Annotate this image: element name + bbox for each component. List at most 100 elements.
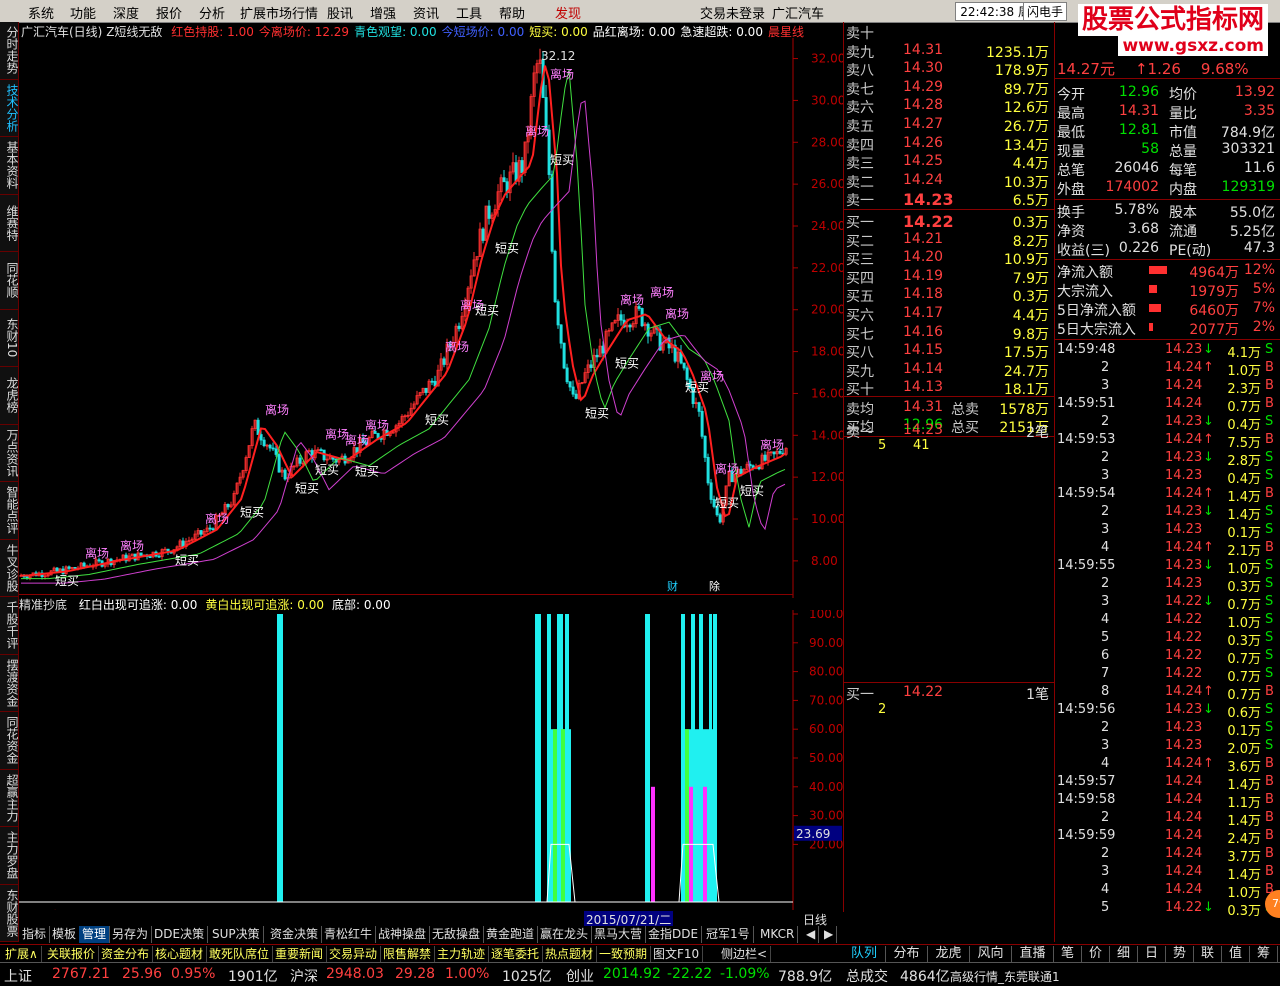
kline-chart-area[interactable]: 广汇汽车(日线) Z短线无敌 红色持股: 1.00 今离场价: 12.29 青色观望… bbox=[19, 22, 844, 928]
right-tab-3[interactable]: 风向 bbox=[970, 946, 1012, 962]
ask-row[interactable]: 卖六 14.28 12.6万 bbox=[843, 97, 1054, 116]
ask-row[interactable]: 卖一 14.23 6.5万 bbox=[843, 190, 1054, 209]
right-tab-9[interactable]: 势 bbox=[1166, 946, 1194, 962]
toolbar-item-10[interactable]: 黄金跑道 bbox=[483, 926, 539, 943]
right-tab-7[interactable]: 细 bbox=[1110, 946, 1138, 962]
server-name[interactable]: 高级行情_东莞联通1 bbox=[950, 968, 1060, 985]
toolbar-item-17[interactable]: ▶ bbox=[821, 926, 838, 943]
flash-trade-button[interactable]: 闪电手 bbox=[1022, 2, 1067, 21]
bid-row[interactable]: 买八 14.15 17.5万 bbox=[843, 342, 1054, 361]
function-toolbar-item-3[interactable]: 核心题材 bbox=[152, 946, 208, 962]
left-tab-4[interactable]: 同花顺 bbox=[0, 252, 19, 310]
menu-news[interactable]: 资讯 bbox=[413, 3, 439, 22]
toolbar-item-16[interactable]: ◀ bbox=[803, 926, 820, 943]
bid-row[interactable]: 买六 14.17 4.4万 bbox=[843, 305, 1054, 324]
left-tab-13[interactable]: 超赢主力 bbox=[0, 770, 19, 827]
ask-row[interactable]: 卖三 14.25 4.4万 bbox=[843, 153, 1054, 172]
toolbar-item-7[interactable]: 青松红牛 bbox=[321, 926, 377, 943]
left-tab-5[interactable]: 东财10 bbox=[0, 310, 19, 367]
ask-row[interactable]: 卖八 14.30 178.9万 bbox=[843, 60, 1054, 79]
menu-stock-news[interactable]: 股讯 bbox=[327, 3, 353, 22]
bid-row[interactable]: 买二 14.21 8.2万 bbox=[843, 231, 1054, 250]
toolbar-item-14[interactable]: 冠军1号 bbox=[703, 926, 754, 943]
bid-row[interactable]: 买四 14.19 7.9万 bbox=[843, 268, 1054, 287]
bid-row[interactable]: 买五 14.18 0.3万 bbox=[843, 286, 1054, 305]
function-toolbar-item-12[interactable]: 图文F10 bbox=[650, 946, 704, 962]
toolbar-item-15[interactable]: MKCR bbox=[757, 926, 799, 943]
right-tab-5[interactable]: 笔 bbox=[1054, 946, 1082, 962]
function-toolbar-item-8[interactable]: 主力轨迹 bbox=[434, 946, 490, 962]
chart-indicator-name[interactable]: Z短线无敌 bbox=[106, 25, 162, 39]
toolbar-item-5[interactable]: SUP决策 bbox=[209, 926, 264, 943]
toolbar-item-11[interactable]: 赢在龙头 bbox=[537, 926, 593, 943]
function-toolbar-item-13[interactable]: 侧边栏< bbox=[718, 946, 772, 962]
function-toolbar-item-0[interactable]: 扩展∧ bbox=[2, 946, 42, 962]
trade-status[interactable]: 交易未登录 bbox=[700, 3, 765, 22]
right-tab-8[interactable]: 日 bbox=[1138, 946, 1166, 962]
menu-depth[interactable]: 深度 bbox=[113, 3, 139, 22]
left-tab-3[interactable]: 维赛特 bbox=[0, 195, 19, 252]
left-tab-11[interactable]: 摆渡资金 bbox=[0, 655, 19, 712]
toolbar-item-0[interactable]: 指标 bbox=[19, 926, 51, 943]
right-tab-12[interactable]: 筹 bbox=[1250, 946, 1278, 962]
left-tab-2[interactable]: 基本资料 bbox=[0, 137, 19, 195]
cy-index-name[interactable]: 创业 bbox=[566, 966, 594, 986]
function-toolbar-item-9[interactable]: 逐笔委托 bbox=[488, 946, 544, 962]
left-tab-8[interactable]: 智能点评 bbox=[0, 482, 19, 540]
toolbar-item-6[interactable]: 资金决策 bbox=[267, 926, 323, 943]
right-tab-2[interactable]: 龙虎 bbox=[928, 946, 970, 962]
function-toolbar-item-1[interactable]: 关联报价 bbox=[44, 946, 100, 962]
bid-row[interactable]: 买七 14.16 9.8万 bbox=[843, 324, 1054, 343]
sz-index-name[interactable]: 沪深 bbox=[290, 966, 318, 986]
toolbar-item-3[interactable]: 另存为 bbox=[109, 926, 153, 943]
function-toolbar-item-10[interactable]: 热点题材 bbox=[542, 946, 598, 962]
toolbar-item-1[interactable]: 模板 bbox=[49, 926, 81, 943]
toolbar-item-13[interactable]: 金指DDE bbox=[645, 926, 703, 943]
function-toolbar-item-11[interactable]: 一致预期 bbox=[596, 946, 652, 962]
right-tab-11[interactable]: 值 bbox=[1222, 946, 1250, 962]
left-tab-1[interactable]: 技术分析 bbox=[0, 80, 19, 137]
toolbar-item-12[interactable]: 黑马大营 bbox=[591, 926, 647, 943]
bid-row[interactable]: 买九 14.14 24.7万 bbox=[843, 361, 1054, 380]
menu-analysis[interactable]: 分析 bbox=[199, 3, 225, 22]
ask-row[interactable]: 卖九 14.31 1235.1万 bbox=[843, 42, 1054, 61]
left-tab-7[interactable]: 万点资讯 bbox=[0, 425, 19, 482]
menu-ext-market[interactable]: 扩展市场行情 bbox=[240, 3, 318, 22]
sh-index-name[interactable]: 上证 bbox=[4, 966, 32, 986]
ask-row[interactable]: 卖五 14.27 26.7万 bbox=[843, 116, 1054, 135]
function-toolbar-item-4[interactable]: 敢死队席位 bbox=[206, 946, 274, 962]
toolbar-item-9[interactable]: 无敌操盘 bbox=[429, 926, 485, 943]
toolbar-item-2[interactable]: 管理 bbox=[79, 926, 111, 943]
function-toolbar-item-7[interactable]: 限售解禁 bbox=[380, 946, 436, 962]
sub-chart[interactable]: 100.0 90.00 80.00 70.00 60.00 50.00 40.00 30.00… bbox=[19, 610, 843, 910]
right-tab-10[interactable]: 联 bbox=[1194, 946, 1222, 962]
bid-row[interactable]: 买一 14.22 0.3万 bbox=[843, 212, 1054, 231]
menu-help[interactable]: 帮助 bbox=[499, 3, 525, 22]
toolbar-item-4[interactable]: DDE决策 bbox=[151, 926, 209, 943]
menu-discover[interactable]: 发现 bbox=[555, 3, 581, 22]
toolbar-item-8[interactable]: 战神操盘 bbox=[375, 926, 431, 943]
bid-row[interactable]: 买三 14.20 10.9万 bbox=[843, 249, 1054, 268]
menu-enhance[interactable]: 增强 bbox=[370, 3, 396, 22]
price-chart[interactable]: 32.00 30.00 28.00 26.00 24.00 22.00 20.00 18.00… bbox=[19, 38, 843, 598]
ask-row[interactable]: 卖七 14.29 89.7万 bbox=[843, 79, 1054, 98]
left-tab-10[interactable]: 千股千评 bbox=[0, 597, 19, 655]
left-tab-15[interactable]: 东财股票 bbox=[0, 885, 19, 942]
left-tab-12[interactable]: 同花资金 bbox=[0, 712, 19, 770]
menu-function[interactable]: 功能 bbox=[70, 3, 96, 22]
ask-row[interactable]: 卖二 14.24 10.3万 bbox=[843, 172, 1054, 191]
function-toolbar-item-2[interactable]: 资金分布 bbox=[98, 946, 154, 962]
right-tab-6[interactable]: 价 bbox=[1082, 946, 1110, 962]
ask-row[interactable]: 卖十 bbox=[843, 23, 1054, 42]
menu-system[interactable]: 系统 bbox=[28, 3, 54, 22]
right-tab-1[interactable]: 分布 bbox=[886, 946, 928, 962]
left-tab-0[interactable]: 分时走势 bbox=[0, 22, 19, 80]
function-toolbar-item-6[interactable]: 交易异动 bbox=[326, 946, 382, 962]
left-tab-14[interactable]: 主力罗盘 bbox=[0, 827, 19, 885]
left-tab-9[interactable]: 牛叉诊股 bbox=[0, 540, 19, 597]
function-toolbar-item-5[interactable]: 重要新闻 bbox=[272, 946, 328, 962]
menu-tools[interactable]: 工具 bbox=[456, 3, 482, 22]
bid-row[interactable]: 买十 14.13 18.1万 bbox=[843, 379, 1054, 398]
right-tab-4[interactable]: 直播 bbox=[1012, 946, 1054, 962]
ask-row[interactable]: 卖四 14.26 13.4万 bbox=[843, 135, 1054, 154]
